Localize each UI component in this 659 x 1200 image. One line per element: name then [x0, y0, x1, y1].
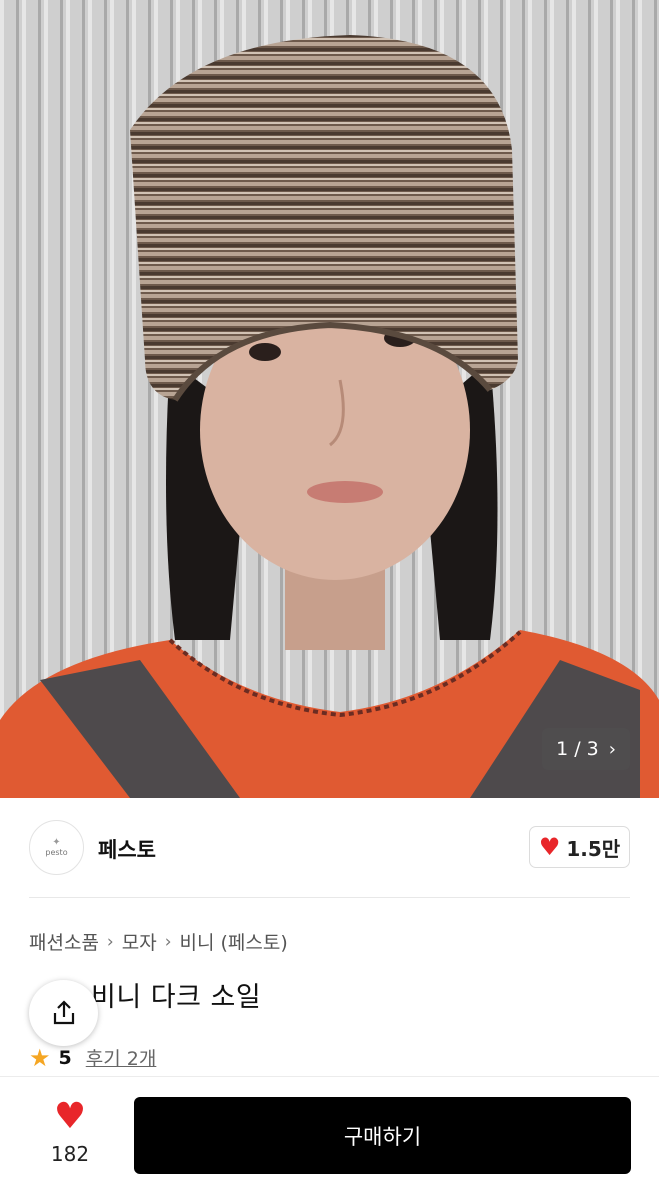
breadcrumb-item[interactable]: 모자 [122, 928, 157, 955]
product-photo [0, 0, 659, 798]
product-title-text: 비니 다크 소일 [91, 982, 262, 1013]
share-button[interactable] [29, 980, 98, 1046]
favorite-button[interactable]: ♥ 182 [40, 1096, 100, 1167]
store-like-count: 1.5만 [566, 836, 621, 861]
rating-score: 5 [58, 1046, 72, 1069]
reviews-link[interactable]: 후기 2개 [86, 1044, 157, 1071]
chevron-right-icon: › [164, 931, 172, 952]
chevron-right-icon: › [106, 931, 114, 952]
heart-icon: ♥ [53, 1096, 87, 1137]
rating-row: ★ 5 후기 2개 [29, 1044, 156, 1071]
seller-avatar[interactable]: ✦ pesto [29, 820, 84, 875]
star-icon: ★ [29, 1043, 51, 1072]
counter-current: 1 [556, 738, 569, 760]
counter-separator: / [574, 738, 581, 760]
store-like-button[interactable]: ♥ 1.5만 [529, 826, 630, 868]
divider [29, 897, 630, 898]
share-icon [53, 1000, 74, 1025]
favorite-count: 182 [50, 1142, 90, 1166]
seller-logo-mark-icon: ✦ [52, 837, 61, 848]
counter-total: 3 [586, 738, 599, 760]
breadcrumb-item[interactable]: 패션소품 [29, 928, 99, 955]
heart-icon: ♥ [538, 833, 561, 861]
image-counter[interactable]: 1 / 3 › [542, 728, 630, 770]
chevron-right-icon[interactable]: › [609, 739, 616, 760]
seller-name[interactable]: 페스토 [98, 834, 156, 864]
buy-button[interactable]: 구매하기 [134, 1097, 631, 1174]
seller-logo-text: pesto [45, 848, 68, 857]
product-image[interactable] [0, 0, 659, 798]
breadcrumb-item[interactable]: 비니 (페스토) [180, 928, 288, 955]
breadcrumb: 패션소품 › 모자 › 비니 (페스토) [29, 928, 288, 955]
